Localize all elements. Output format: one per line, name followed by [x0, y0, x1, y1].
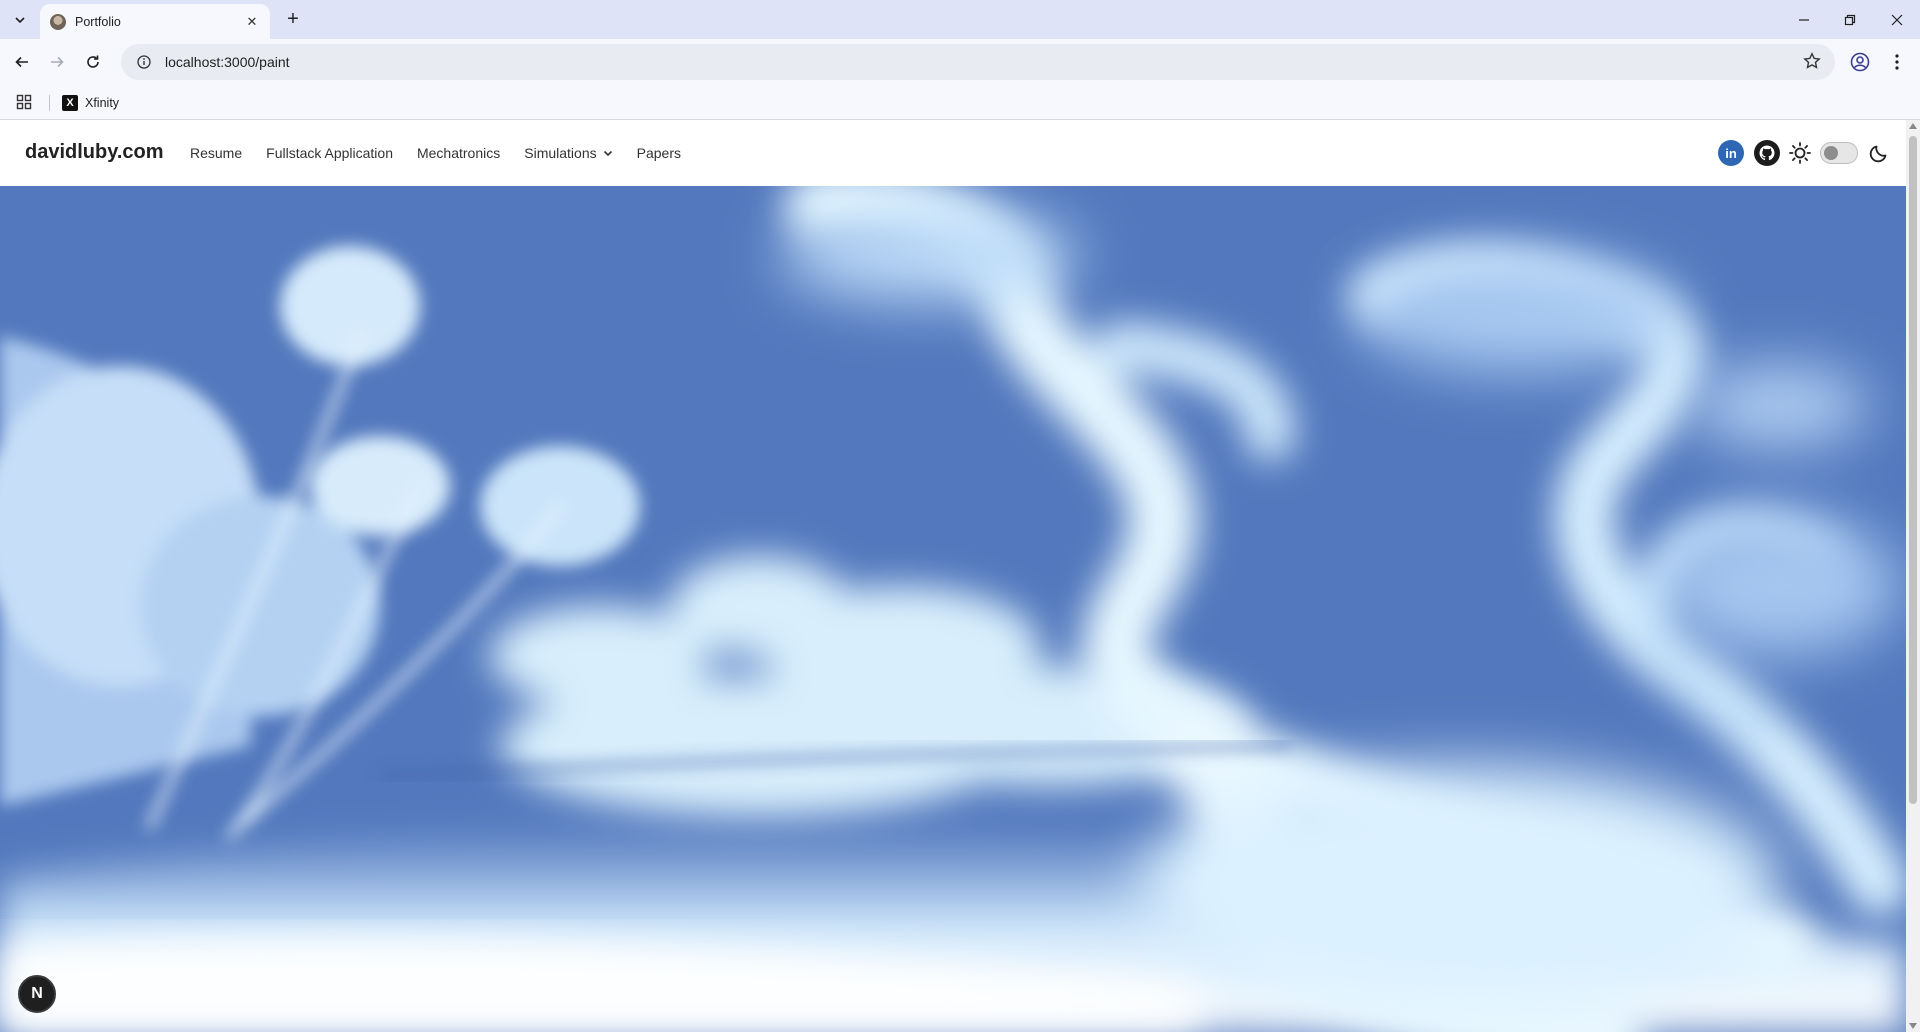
browser-tab-strip: Portfolio ✕ +	[0, 0, 1920, 39]
nav-dropdown-simulations[interactable]: Simulations	[524, 145, 612, 161]
restore-button[interactable]	[1827, 0, 1873, 39]
dev-badge-letter: N	[31, 985, 43, 1002]
theme-toggle[interactable]	[1820, 142, 1858, 164]
fluid-simulation-canvas[interactable]	[0, 186, 1906, 1032]
bookmark-xfinity[interactable]: X Xfinity	[62, 93, 119, 113]
tab-title: Portfolio	[75, 14, 121, 29]
browser-menu-icon[interactable]	[1883, 48, 1911, 76]
bookmark-label: Xfinity	[85, 96, 120, 110]
tab-favicon-icon	[50, 13, 66, 30]
tab-search-chevron-icon[interactable]	[8, 8, 32, 32]
site-info-icon[interactable]	[135, 53, 153, 71]
moon-icon[interactable]	[1868, 142, 1890, 164]
linkedin-icon[interactable]: in	[1718, 140, 1744, 166]
nav-link-resume[interactable]: Resume	[190, 145, 242, 161]
site-brand-link[interactable]: davidluby.com	[25, 141, 164, 164]
scrollbar-thumb[interactable]	[1909, 136, 1917, 804]
scroll-up-icon[interactable]	[1909, 123, 1917, 129]
chevron-down-icon	[603, 145, 613, 161]
github-icon[interactable]	[1754, 140, 1780, 166]
nav-label: Fullstack Application	[266, 145, 393, 161]
nav-link-fullstack-application[interactable]: Fullstack Application	[266, 145, 393, 161]
profile-icon[interactable]	[1846, 48, 1874, 76]
nav-link-papers[interactable]: Papers	[637, 145, 681, 161]
close-window-button[interactable]	[1874, 0, 1920, 39]
url-text: localhost:3000/paint	[165, 54, 290, 70]
bookmark-star-icon[interactable]	[1803, 52, 1821, 75]
nav-social-icons: in	[1718, 140, 1890, 166]
toggle-knob	[1824, 146, 1838, 160]
forward-button[interactable]	[43, 48, 71, 76]
back-button[interactable]	[8, 48, 36, 76]
site-navbar: davidluby.com Resume Fullstack Applicati…	[0, 120, 1906, 186]
nav-label: Resume	[190, 145, 243, 161]
tab-close-icon[interactable]: ✕	[244, 14, 260, 30]
sun-icon[interactable]	[1788, 141, 1812, 165]
reload-button[interactable]	[79, 48, 107, 76]
address-bar[interactable]: localhost:3000/paint	[121, 44, 1835, 80]
nav-link-mechatronics[interactable]: Mechatronics	[417, 145, 500, 161]
nav-links: Resume Fullstack Application Mechatronic…	[190, 145, 705, 161]
scroll-down-icon[interactable]	[1909, 1023, 1917, 1029]
page-viewport: davidluby.com Resume Fullstack Applicati…	[0, 120, 1920, 1032]
new-tab-button[interactable]: +	[281, 8, 305, 32]
page-scrollbar[interactable]	[1906, 120, 1920, 1032]
nav-label: Simulations	[524, 145, 597, 161]
nav-label: Mechatronics	[416, 145, 501, 161]
linkedin-glyph: in	[1725, 145, 1737, 161]
browser-tab-active[interactable]: Portfolio ✕	[40, 4, 270, 39]
bookmarks-separator	[49, 95, 50, 111]
bookmarks-bar: X Xfinity	[0, 86, 1920, 120]
x-logo-icon: X	[62, 95, 78, 111]
minimize-button[interactable]	[1781, 0, 1827, 39]
nextjs-dev-badge[interactable]: N	[18, 975, 56, 1013]
browser-toolbar: localhost:3000/paint	[0, 39, 1920, 86]
fluid-simulation-render	[0, 186, 1906, 1032]
apps-grid-icon[interactable]	[16, 94, 34, 112]
nav-label: Papers	[636, 145, 681, 161]
